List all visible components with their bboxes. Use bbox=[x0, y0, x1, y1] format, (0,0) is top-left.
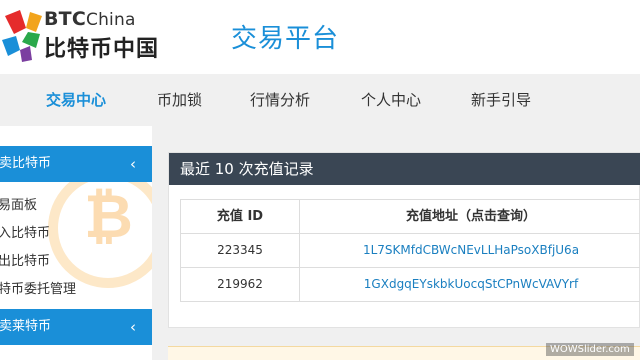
nav-coin-lock[interactable]: 币加锁 bbox=[157, 74, 202, 126]
sidebar-section-label: 卖莱特币 bbox=[0, 319, 52, 334]
sidebar-item-buy-bitcoin[interactable]: 入比特币 bbox=[0, 222, 50, 241]
sidebar-section-sell-litecoin[interactable]: 卖莱特币 ‹ bbox=[0, 309, 152, 345]
panel-header: 最近 10 次充值记录 bbox=[169, 153, 640, 185]
brand-name: BTCChina bbox=[44, 8, 136, 30]
table-row: 223345 1L7SKMfdCBWcNEvLLHaPsoXBfjU6a bbox=[181, 234, 640, 268]
sidebar: ₿ 卖比特币 ‹ 易面板 入比特币 出比特币 特币委托管理 卖莱特币 ‹ bbox=[0, 126, 152, 360]
deposit-id: 223345 bbox=[181, 234, 300, 267]
deposit-address-link[interactable]: 1GXdgqEYskbkUocqStCPnWcVAVYrf bbox=[300, 268, 640, 301]
sidebar-item-sell-bitcoin[interactable]: 出比特币 bbox=[0, 250, 50, 269]
header: BTCChina 比特币中国 交易平台 bbox=[0, 0, 640, 74]
brand-btc: BTC bbox=[44, 8, 86, 30]
table-header-row: 充值 ID 充值地址（点击查询） bbox=[181, 200, 640, 234]
table-row: 219962 1GXdgqEYskbkUocqStCPnWcVAVYrf bbox=[181, 268, 640, 301]
watermark: WOWSlider.com bbox=[546, 343, 634, 356]
sidebar-item-order-management[interactable]: 特币委托管理 bbox=[0, 278, 76, 297]
chevron-left-icon: ‹ bbox=[130, 318, 136, 336]
deposit-table: 充值 ID 充值地址（点击查询） 223345 1L7SKMfdCBWcNEvL… bbox=[180, 199, 640, 302]
panel-title: 最近 10 次充值记录 bbox=[180, 160, 314, 178]
nav-market-analysis[interactable]: 行情分析 bbox=[250, 74, 310, 126]
sidebar-section-sell-bitcoin[interactable]: 卖比特币 ‹ bbox=[0, 146, 152, 182]
brand-cn: 比特币中国 bbox=[44, 37, 160, 62]
sidebar-section-label: 卖比特币 bbox=[0, 156, 52, 171]
platform-title: 交易平台 bbox=[231, 24, 340, 54]
deposit-address-link[interactable]: 1L7SKMfdCBWcNEvLLHaPsoXBfjU6a bbox=[300, 234, 640, 267]
brand-china: China bbox=[86, 10, 136, 30]
column-header-address: 充值地址（点击查询） bbox=[405, 209, 536, 224]
sidebar-item-trading-panel[interactable]: 易面板 bbox=[0, 194, 37, 213]
nav-personal-center[interactable]: 个人中心 bbox=[361, 74, 421, 126]
chevron-left-icon: ‹ bbox=[130, 155, 136, 173]
deposit-id: 219962 bbox=[181, 268, 300, 301]
nav-trading-center[interactable]: 交易中心 bbox=[46, 74, 106, 126]
nav-beginner-guide[interactable]: 新手引导 bbox=[471, 74, 531, 126]
main-nav: 交易中心 币加锁 行情分析 个人中心 新手引导 bbox=[0, 74, 640, 126]
column-header-id: 充值 ID bbox=[181, 200, 300, 233]
deposit-history-panel: 最近 10 次充值记录 充值 ID 充值地址（点击查询） 223345 1L7S… bbox=[168, 152, 640, 328]
